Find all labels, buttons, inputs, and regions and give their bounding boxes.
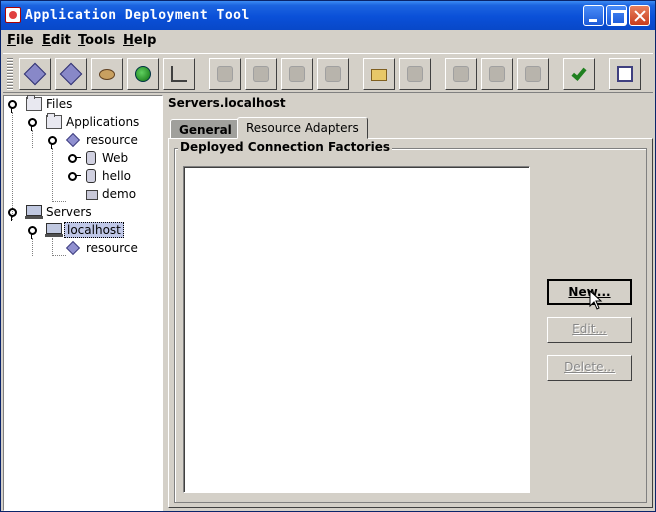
tree-node-label: hello bbox=[102, 169, 131, 183]
edit-button-label: Edit... bbox=[572, 322, 607, 336]
expand-toggle-icon[interactable] bbox=[48, 136, 57, 149]
menu-help[interactable]: Help bbox=[123, 33, 156, 48]
expand-toggle-icon[interactable] bbox=[28, 118, 37, 131]
toolbar-button-deploy[interactable] bbox=[445, 58, 477, 90]
deploy-icon bbox=[453, 66, 469, 82]
connection-factories-list[interactable] bbox=[183, 166, 530, 493]
group-label: Deployed Connection Factories bbox=[178, 140, 392, 154]
computer-icon bbox=[45, 223, 63, 237]
app-icon bbox=[5, 7, 21, 23]
toolbar-button-undeploy[interactable] bbox=[481, 58, 513, 90]
tab-content: Deployed Connection Factories New... Edi… bbox=[168, 138, 653, 508]
globe-icon bbox=[135, 66, 151, 82]
diamond-new-icon bbox=[23, 62, 47, 86]
jar-remove-icon bbox=[325, 66, 341, 82]
collapse-toggle-icon[interactable] bbox=[68, 154, 81, 163]
folder-icon bbox=[46, 113, 62, 129]
title-bar[interactable]: Application Deployment Tool bbox=[1, 1, 655, 30]
expand-toggle-icon[interactable] bbox=[28, 226, 37, 239]
maximize-button[interactable] bbox=[606, 5, 627, 26]
jar-add-icon bbox=[289, 66, 305, 82]
toolbar-button-jar-remove[interactable] bbox=[317, 58, 349, 90]
toolbar-button-window[interactable] bbox=[609, 58, 641, 90]
expand-toggle-icon[interactable] bbox=[8, 208, 17, 221]
toolbar-button-jar-add[interactable] bbox=[281, 58, 313, 90]
tree-line bbox=[52, 201, 66, 202]
tree-node-label: Web bbox=[102, 151, 129, 165]
toolbar-button-globe[interactable] bbox=[127, 58, 159, 90]
save-icon bbox=[407, 66, 423, 82]
tree-node-label: localhost bbox=[64, 222, 124, 238]
toolbar-button-tree[interactable] bbox=[163, 58, 195, 90]
toolbar-button-new-application[interactable] bbox=[19, 58, 51, 90]
toolbar-grip[interactable] bbox=[7, 58, 13, 90]
edit-button[interactable]: Edit... bbox=[547, 317, 632, 343]
jar-icon bbox=[86, 169, 96, 183]
tree-icon bbox=[171, 66, 187, 82]
tree-line bbox=[52, 148, 53, 202]
toolbar-button-bean[interactable] bbox=[91, 58, 123, 90]
tree-line bbox=[52, 238, 53, 256]
jar-icon bbox=[86, 151, 96, 165]
menu-edit[interactable]: Edit bbox=[42, 33, 71, 48]
tree-line bbox=[32, 238, 33, 256]
toolbar-button-update[interactable] bbox=[517, 58, 549, 90]
toolbar-button-open[interactable] bbox=[55, 58, 87, 90]
tree-node-label: resource bbox=[86, 241, 138, 255]
tab-general[interactable]: General bbox=[170, 119, 241, 139]
window-icon bbox=[617, 66, 633, 82]
delete-button-label: Delete... bbox=[564, 360, 615, 374]
menu-tools[interactable]: Tools bbox=[78, 33, 115, 48]
tree-node-label: demo bbox=[102, 187, 137, 201]
diamond-open-icon bbox=[59, 62, 83, 86]
computer-icon bbox=[25, 205, 43, 219]
toolbar-button-edit[interactable] bbox=[209, 58, 241, 90]
tree-node-label: resource bbox=[86, 133, 138, 147]
tree-panel[interactable]: Files Applications resource Web hello de… bbox=[3, 95, 163, 511]
tab-resource-adapters[interactable]: Resource Adapters bbox=[237, 117, 368, 139]
folder-open-icon bbox=[371, 69, 387, 81]
diamond-icon bbox=[65, 240, 81, 256]
bean-icon bbox=[99, 69, 115, 80]
toolbar-button-verify[interactable] bbox=[563, 58, 595, 90]
tree-line bbox=[12, 112, 13, 220]
toolbar-button-open-folder[interactable] bbox=[363, 58, 395, 90]
tree-line bbox=[32, 130, 33, 148]
close-button[interactable] bbox=[629, 5, 650, 26]
tree-line bbox=[52, 255, 66, 256]
delete-button[interactable]: Delete... bbox=[547, 355, 632, 381]
toolbar-button-save[interactable] bbox=[399, 58, 431, 90]
application-window: Application Deployment Tool File Edit To… bbox=[0, 0, 656, 512]
expand-toggle-icon[interactable] bbox=[8, 100, 17, 113]
tree-node-label: Servers bbox=[46, 205, 92, 219]
network-icon bbox=[86, 190, 98, 200]
details-panel: Servers.localhost General Resource Adapt… bbox=[166, 95, 655, 511]
verify-check-icon bbox=[571, 65, 587, 81]
window-title: Application Deployment Tool bbox=[25, 8, 250, 23]
diamond-icon bbox=[65, 132, 81, 148]
toolbar-button-jar[interactable] bbox=[245, 58, 277, 90]
collapse-toggle-icon[interactable] bbox=[68, 172, 81, 181]
undeploy-icon bbox=[489, 66, 505, 82]
tree-node-label: Files bbox=[46, 97, 73, 111]
edit-icon bbox=[217, 66, 233, 82]
cursor-arrow-icon bbox=[589, 290, 603, 310]
menu-bar: File Edit Tools Help bbox=[1, 31, 655, 51]
tree-node-label: Applications bbox=[66, 115, 140, 129]
folder-icon bbox=[26, 95, 42, 111]
panel-title: Servers.localhost bbox=[168, 96, 286, 110]
menu-file[interactable]: File bbox=[7, 33, 34, 48]
minimize-button[interactable] bbox=[583, 5, 604, 26]
update-icon bbox=[525, 66, 541, 82]
toolbar bbox=[3, 53, 653, 93]
jar-icon bbox=[253, 66, 269, 82]
